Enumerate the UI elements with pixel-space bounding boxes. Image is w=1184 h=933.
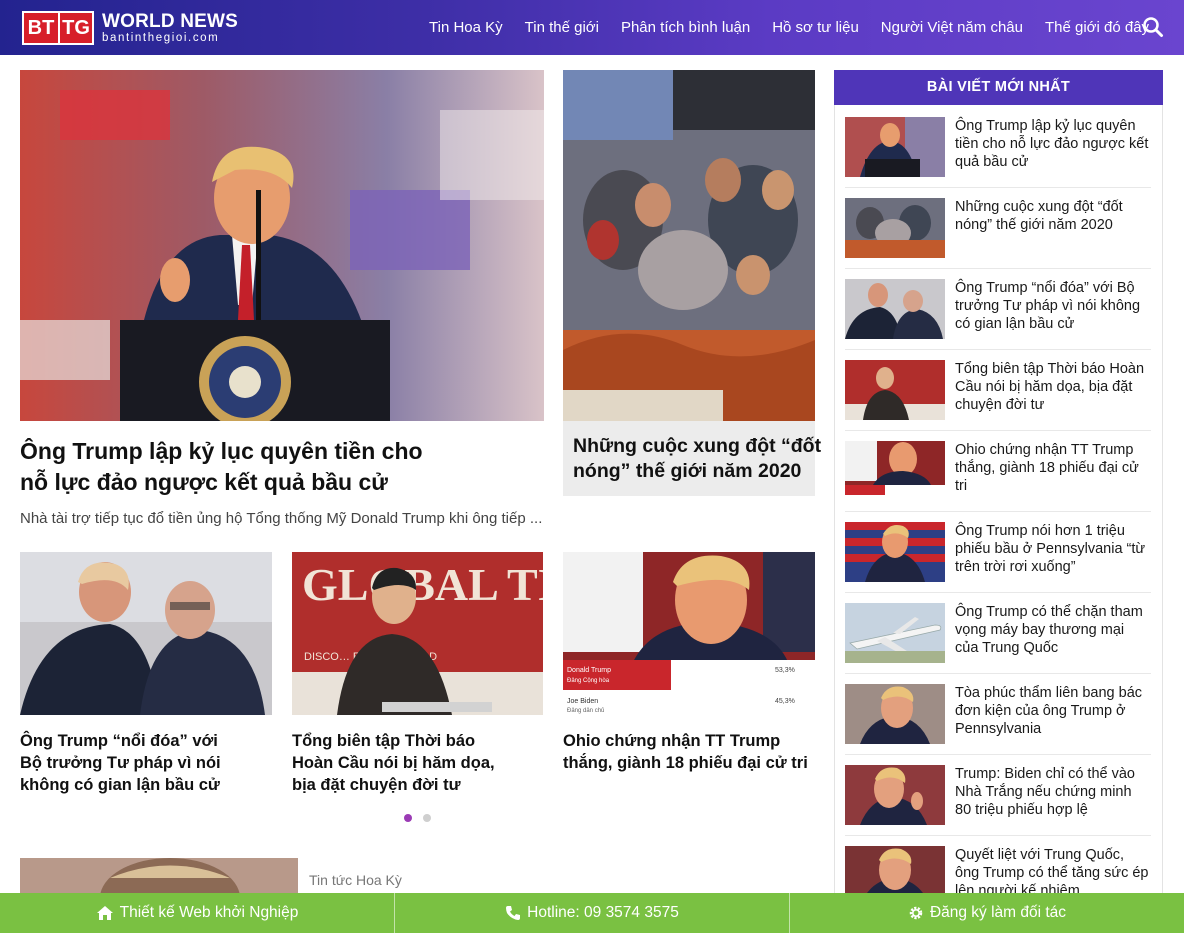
footer-action-bar: Thiết kế Web khởi Nghiệp Hotline: 09 357… [0, 893, 1184, 933]
footer-partner-button[interactable]: Đăng ký làm đối tác [790, 893, 1184, 933]
election-trump-party: Đảng Cộng hòa [567, 678, 610, 684]
grid-item-3-image[interactable]: Donald Trump Đảng Cộng hòa 53,3% Joe Bid… [563, 552, 815, 715]
sidebar-item[interactable]: Ông Trump có thể chặn tham vọng máy bay … [845, 593, 1151, 674]
featured-main-image[interactable] [20, 70, 544, 421]
grid-item-2-title[interactable]: Tổng biên tập Thời báo Hoàn Cầu nói bị h… [292, 730, 495, 796]
nav-item-ho-so-tu-lieu[interactable]: Hồ sơ tư liệu [772, 19, 859, 36]
logo-mark: BT TG [22, 11, 94, 45]
grid-item-1-title[interactable]: Ông Trump “nổi đóa” với Bộ trưởng Tư phá… [20, 730, 221, 796]
sidebar-item-title: Trump: Biden chỉ có thể vào Nhà Trắng nế… [955, 766, 1135, 818]
sidebar-item-thumb [845, 765, 945, 825]
nav-item-tin-hoa-ky[interactable]: Tin Hoa Kỳ [429, 19, 503, 36]
featured-main-title[interactable]: Ông Trump lập kỷ lục quyên tiền cho nỗ l… [20, 436, 423, 498]
grid-item-2-title-line2: Hoàn Cầu nói bị hăm dọa, [292, 754, 495, 772]
sidebar-item-thumb [845, 279, 945, 339]
sidebar-item-title: Những cuộc xung đột “đốt nóng” thế giới … [955, 199, 1123, 233]
featured-side-title-line1: Những cuộc xung đột “đốt [573, 435, 822, 457]
sidebar-item[interactable]: Tòa phúc thẩm liên bang bác đơn kiện của… [845, 674, 1151, 755]
site-header: BT TG WORLD NEWS bantinthegioi.com Tin H… [0, 0, 1184, 55]
sidebar-item-title: Quyết liệt với Trung Quốc, ông Trump có … [955, 847, 1149, 899]
footer-startup-button[interactable]: Thiết kế Web khởi Nghiệp [0, 893, 395, 933]
sidebar-item-thumb [845, 603, 945, 663]
sidebar-item[interactable]: Trump: Biden chỉ có thể vào Nhà Trắng nế… [845, 755, 1151, 836]
sidebar-item-thumb [845, 522, 945, 582]
sidebar-item-title: Ông Trump nói hơn 1 triệu phiếu bầu ở Pe… [955, 523, 1146, 575]
phone-icon [506, 906, 521, 920]
sidebar-item[interactable]: Tổng biên tập Thời báo Hoàn Cầu nói bị h… [845, 350, 1151, 431]
article-list-thumb[interactable] [20, 858, 298, 893]
featured-side-title[interactable]: Những cuộc xung đột “đốt nóng” thế giới … [573, 434, 821, 484]
sidebar-item[interactable]: Ông Trump lập kỷ lục quyên tiền cho nỗ l… [845, 107, 1151, 188]
main-nav: Tin Hoa Kỳ Tin thế giới Phân tích bình l… [418, 0, 1160, 55]
sidebar-item-title: Tòa phúc thẩm liên bang bác đơn kiện của… [955, 685, 1143, 737]
nav-item-nguoi-viet-nam-chau[interactable]: Người Việt năm châu [881, 19, 1023, 36]
grid-item-2-image[interactable]: GLOBAL TIMES DISCO… ER THE WORLD [292, 552, 543, 715]
home-icon [96, 906, 113, 920]
sidebar-item[interactable]: Ông Trump “nổi đóa” với Bộ trưởng Tư phá… [845, 269, 1151, 350]
sidebar-item-thumb [845, 360, 945, 420]
sidebar-item-thumb [845, 198, 945, 258]
grid-item-2-title-line1: Tổng biên tập Thời báo [292, 732, 476, 750]
carousel-dot-2[interactable] [423, 814, 431, 822]
sidebar-item-title: Ông Trump có thể chặn tham vọng máy bay … [955, 604, 1143, 656]
carousel-dot-1[interactable] [404, 814, 412, 822]
logo-mark-bt: BT [24, 13, 58, 43]
featured-main-title-line2: nỗ lực đảo ngược kết quả bầu cử [20, 469, 388, 495]
sidebar-item-thumb [845, 684, 945, 744]
sidebar-item-title: Ông Trump “nổi đóa” với Bộ trưởng Tư phá… [955, 280, 1141, 332]
nav-item-phan-tich-binh-luan[interactable]: Phân tích bình luận [621, 19, 750, 36]
logo-mark-tg: TG [58, 13, 92, 43]
sidebar-item[interactable]: Ohio chứng nhận TT Trump thắng, giành 18… [845, 431, 1151, 512]
grid-item-3-title-line1: Ohio chứng nhận TT Trump [563, 732, 781, 750]
election-biden-label: Joe Biden [567, 698, 598, 705]
sidebar-item-thumb [845, 117, 945, 177]
global-times-banner-text: GLOBAL TIMES [302, 559, 543, 610]
sidebar-item[interactable]: Ông Trump nói hơn 1 triệu phiếu bầu ở Pe… [845, 512, 1151, 593]
logo-text: WORLD NEWS bantinthegioi.com [102, 10, 239, 45]
footer-startup-label: Thiết kế Web khởi Nghiệp [119, 904, 299, 921]
grid-item-3-title-line2: thắng, giành 18 phiếu đại cử tri [563, 754, 808, 772]
logo-title: WORLD NEWS [102, 10, 239, 32]
nav-item-tin-the-gioi[interactable]: Tin thế giới [525, 19, 599, 36]
sidebar-item-title: Ohio chứng nhận TT Trump thắng, giành 18… [955, 442, 1139, 494]
sidebar-item-title: Ông Trump lập kỷ lục quyên tiền cho nỗ l… [955, 118, 1149, 170]
logo-subtitle: bantinthegioi.com [102, 31, 220, 44]
grid-item-1-title-line2: Bộ trưởng Tư pháp vì nói [20, 754, 221, 772]
sidebar-title: BÀI VIẾT MỚI NHẤT [834, 70, 1163, 105]
featured-main-excerpt: Nhà tài trợ tiếp tục đổ tiền ủng hộ Tổng… [20, 510, 543, 527]
grid-item-1-title-line3: không có gian lận bầu cử [20, 776, 220, 794]
footer-hotline-label: Hotline: 09 3574 3575 [527, 904, 679, 921]
sidebar-item[interactable]: Những cuộc xung đột “đốt nóng” thế giới … [845, 188, 1151, 269]
grid-item-3-title[interactable]: Ohio chứng nhận TT Trump thắng, giành 18… [563, 730, 808, 774]
search-icon[interactable] [1142, 16, 1164, 38]
footer-hotline-button[interactable]: Hotline: 09 3574 3575 [395, 893, 790, 933]
featured-side-title-line2: nóng” thế giới năm 2020 [573, 460, 802, 482]
featured-side-image[interactable] [563, 70, 815, 421]
footer-partner-label: Đăng ký làm đối tác [929, 904, 1067, 921]
election-trump-pct: 53,3% [775, 667, 795, 674]
gear-icon [909, 906, 923, 920]
featured-main-title-line1: Ông Trump lập kỷ lục quyên tiền cho [20, 438, 423, 464]
election-biden-party: Đảng dân chủ [567, 707, 604, 714]
grid-item-2-title-line3: bịa đặt chuyện đời tư [292, 776, 461, 794]
site-logo[interactable]: BT TG WORLD NEWS bantinthegioi.com [22, 10, 238, 46]
sidebar-item-title: Tổng biên tập Thời báo Hoàn Cầu nói bị h… [955, 361, 1145, 413]
election-trump-label: Donald Trump [567, 667, 611, 674]
article-list-category[interactable]: Tin tức Hoa Kỳ [309, 872, 402, 888]
grid-item-1-title-line1: Ông Trump “nổi đóa” với [20, 732, 218, 750]
nav-item-the-gioi-do-day[interactable]: Thế giới đó đây [1045, 19, 1149, 36]
sidebar-item-thumb [845, 441, 945, 501]
election-biden-pct: 45,3% [775, 698, 795, 705]
grid-item-1-image[interactable] [20, 552, 272, 715]
